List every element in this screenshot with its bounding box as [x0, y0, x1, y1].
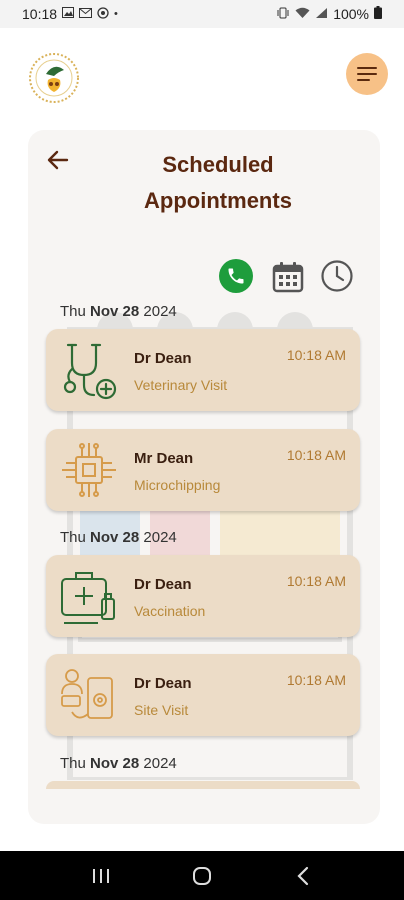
gallery-icon	[62, 7, 75, 21]
menu-line	[357, 73, 377, 75]
page-title: Scheduled Appointments	[144, 152, 292, 213]
appointment-card[interactable]: Dr Dean Site Visit 10:18 AM	[46, 654, 360, 736]
appointment-type: Veterinary Visit	[134, 377, 228, 393]
appointment-type: Site Visit	[134, 702, 189, 718]
medical-kit-icon	[58, 565, 120, 627]
appointment-type: Vaccination	[134, 603, 206, 619]
battery-icon	[374, 6, 382, 22]
date-header: Thu Nov 28 2024	[60, 755, 177, 772]
system-nav-bar	[0, 851, 404, 900]
signal-icon	[315, 7, 328, 22]
back-arrow-icon[interactable]	[46, 148, 70, 172]
status-bar: 10:18 • 100%	[0, 0, 404, 28]
appointment-type: Microchipping	[134, 477, 221, 493]
date-header: Thu Nov 28 2024	[60, 303, 177, 320]
vibrate-icon	[276, 7, 290, 22]
appointment-time: 10:18 AM	[286, 672, 346, 688]
appointment-card[interactable]	[46, 781, 360, 789]
appointment-card[interactable]: Dr Dean Vaccination 10:18 AM	[46, 555, 360, 637]
appointment-name: Dr Dean	[134, 350, 192, 367]
site-visit-icon	[58, 664, 120, 726]
hamburger-menu-button[interactable]	[346, 53, 388, 95]
gmail-icon	[79, 7, 93, 21]
appointment-card[interactable]: Dr Dean Veterinary Visit 10:18 AM	[46, 329, 360, 411]
calendar-icon[interactable]	[271, 260, 305, 294]
appointment-time: 10:18 AM	[286, 447, 346, 463]
date-header: Thu Nov 28 2024	[60, 529, 177, 546]
appointment-time: 10:18 AM	[286, 573, 346, 589]
app-logo-icon[interactable]	[24, 52, 84, 104]
appointment-name: Mr Dean	[134, 450, 194, 467]
whatsapp-icon	[97, 6, 109, 22]
appointment-name: Dr Dean	[134, 675, 192, 692]
status-time: 10:18	[22, 6, 58, 22]
home-icon[interactable]	[187, 861, 217, 891]
clock-icon[interactable]	[320, 259, 354, 293]
wifi-icon	[295, 7, 310, 22]
stethoscope-icon	[58, 339, 120, 401]
appointment-card[interactable]: Mr Dean Microchipping 10:18 AM	[46, 429, 360, 511]
back-nav-icon[interactable]	[288, 861, 318, 891]
menu-line	[357, 79, 370, 81]
recents-icon[interactable]	[86, 861, 116, 891]
phone-icon[interactable]	[219, 259, 253, 293]
appointment-time: 10:18 AM	[286, 347, 346, 363]
appointment-name: Dr Dean	[134, 576, 192, 593]
dot-icon: •	[114, 8, 118, 20]
microchip-icon	[58, 439, 120, 501]
menu-line	[357, 67, 377, 69]
battery-percent: 100%	[333, 6, 369, 22]
